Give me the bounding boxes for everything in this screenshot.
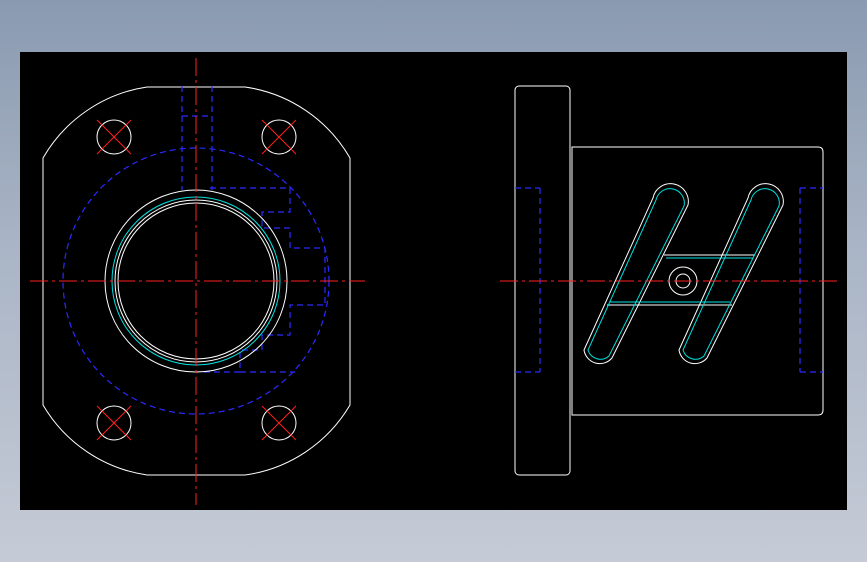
top-slot-hidden (181, 86, 213, 190)
bore-thread-cyan (111, 196, 281, 366)
housing-hidden-lines (799, 187, 823, 373)
bolt-hole-top-left (96, 119, 132, 155)
internal-pocket-hidden (200, 187, 326, 373)
side-view (500, 85, 840, 476)
bolt-hole-bottom-right (261, 405, 297, 441)
bolt-hole-top-right (261, 119, 297, 155)
front-view (30, 58, 365, 505)
flange-hidden-lines (515, 187, 541, 373)
cad-drawing: .wh { stroke: #ffffff; fill: none; strok… (30, 58, 840, 505)
bolt-hole-bottom-left (96, 405, 132, 441)
